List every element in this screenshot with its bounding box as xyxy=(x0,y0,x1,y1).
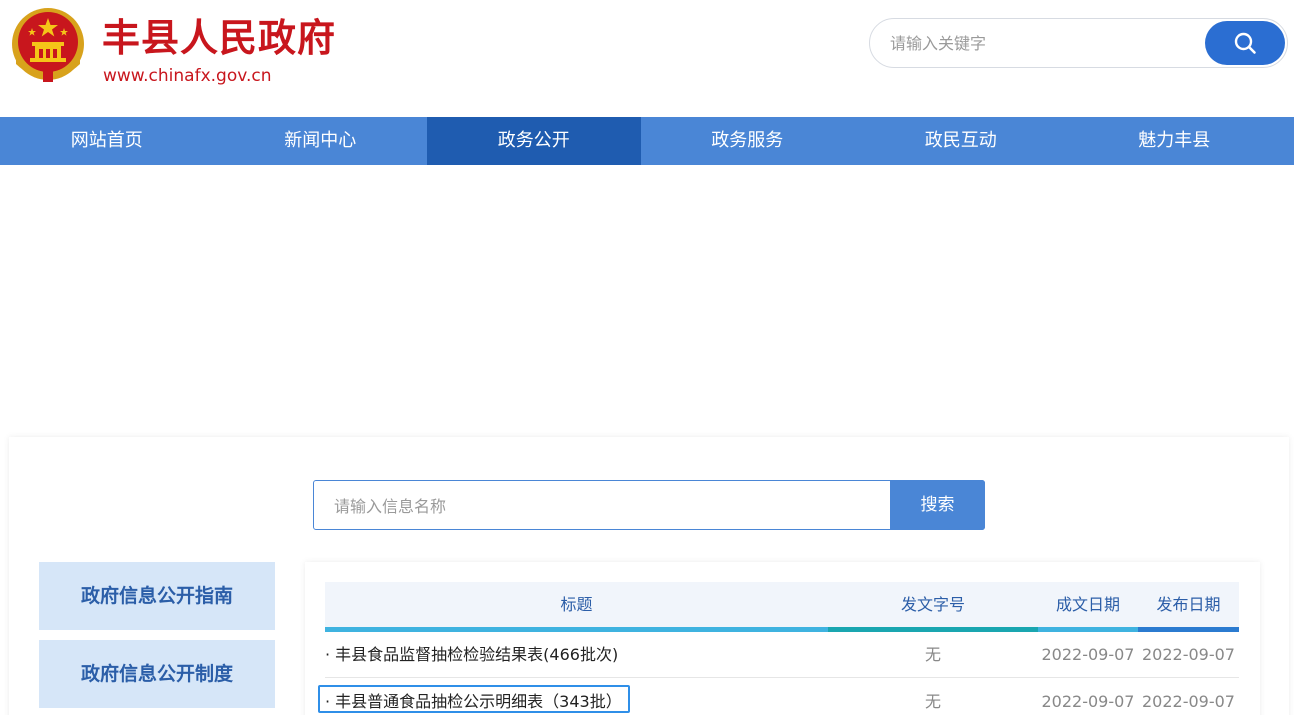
site-header: 丰县人民政府 www.chinafx.gov.cn xyxy=(0,0,1294,117)
site-search-button[interactable] xyxy=(1205,21,1285,65)
site-title: 丰县人民政府 xyxy=(102,16,337,60)
nav-item-charm[interactable]: 魅力丰县 xyxy=(1068,117,1282,165)
row-created-date: 2022-09-07 xyxy=(1041,692,1135,711)
table-header: 标题 发文字号 成文日期 发布日期 xyxy=(325,582,1239,632)
site-search-box xyxy=(869,18,1288,68)
row-published-date: 2022-09-07 xyxy=(1142,692,1235,711)
info-search-input[interactable] xyxy=(334,492,874,520)
main-nav: 网站首页 新闻中心 政务公开 政务服务 政民互动 魅力丰县 xyxy=(0,117,1294,165)
row-published-date: 2022-09-07 xyxy=(1142,645,1235,664)
row-title-link[interactable]: · 丰县食品监督抽检检验结果表(466批次) xyxy=(325,632,618,678)
row-doc-no: 无 xyxy=(924,645,941,664)
row-created-date: 2022-09-07 xyxy=(1041,645,1135,664)
sidebar-item-system[interactable]: 政府信息公开制度 xyxy=(39,640,275,708)
nav-item-services[interactable]: 政务服务 xyxy=(641,117,855,165)
nav-item-home[interactable]: 网站首页 xyxy=(0,117,214,165)
focus-highlight xyxy=(318,685,630,713)
info-search-button[interactable]: 搜索 xyxy=(890,480,985,530)
column-header-title: 标题 xyxy=(560,595,593,614)
site-search-input[interactable] xyxy=(890,29,1190,57)
column-header-published: 发布日期 xyxy=(1156,595,1221,614)
sidebar-item-guide[interactable]: 政府信息公开指南 xyxy=(39,562,275,630)
nav-item-government-affairs[interactable]: 政务公开 xyxy=(427,117,641,165)
nav-item-news[interactable]: 新闻中心 xyxy=(214,117,428,165)
column-header-doc-no: 发文字号 xyxy=(900,595,965,614)
table-row: · 丰县食品监督抽检检验结果表(466批次) 无 2022-09-07 2022… xyxy=(325,632,1239,678)
row-doc-no: 无 xyxy=(924,692,941,711)
column-header-created: 成文日期 xyxy=(1055,595,1120,614)
nav-item-interaction[interactable]: 政民互动 xyxy=(854,117,1068,165)
info-search-box: 搜索 xyxy=(313,480,985,530)
search-icon xyxy=(1234,32,1256,54)
site-url: www.chinafx.gov.cn xyxy=(103,66,272,86)
national-emblem-icon xyxy=(12,8,84,82)
